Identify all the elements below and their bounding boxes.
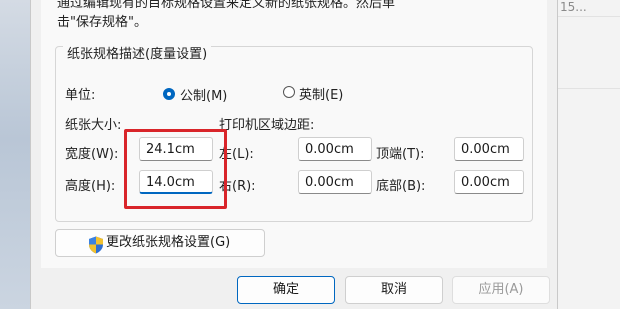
metric-radio[interactable] [163,88,175,100]
change-paper-settings-button[interactable]: 更改纸张规格设置(G) [55,229,265,257]
bottom-margin-input[interactable]: 0.00cm [454,170,524,194]
metric-radio-label[interactable]: 公制(M) [180,85,227,104]
paper-size-label: 纸张大小: [65,118,122,133]
english-radio[interactable] [283,86,295,98]
ok-button[interactable]: 确定 [237,276,335,304]
width-label: 宽度(W): [65,147,119,162]
top-margin-label: 顶端(T): [376,147,425,162]
print-server-dialog: 通过编辑现有的目标规格设置来定义新的纸张规格。然后单 击"保存规格"。 纸张规格… [30,0,558,309]
unit-label: 单位: [65,88,96,103]
english-radio-label[interactable]: 英制(E) [299,84,343,103]
background-window [556,0,620,309]
printer-area-label: 打印机区域边距: [219,118,315,133]
description-text: 通过编辑现有的目标规格设置来定义新的纸张规格。然后单 击"保存规格"。 [57,0,395,32]
annotation-highlight-box [124,129,227,209]
background-divider [556,16,620,17]
apply-button[interactable]: 应用(A) [452,276,550,304]
left-margin-input[interactable]: 0.00cm [298,137,372,161]
cancel-button[interactable]: 取消 [345,276,443,304]
background-divider [556,88,620,89]
description-line: 击"保存规格"。 [57,15,147,30]
height-label: 高度(H): [65,179,116,194]
background-window-text: 15... [560,0,587,14]
top-margin-input[interactable]: 0.00cm [454,137,524,161]
group-title: 纸张规格描述(度量设置) [63,43,212,62]
uac-shield-icon [89,236,103,254]
bottom-margin-label: 底部(B): [376,179,426,194]
description-line: 通过编辑现有的目标规格设置来定义新的纸张规格。然后单 [57,0,396,11]
right-margin-input[interactable]: 0.00cm [298,170,372,194]
change-paper-settings-label: 更改纸张规格设置(G) [106,235,231,250]
